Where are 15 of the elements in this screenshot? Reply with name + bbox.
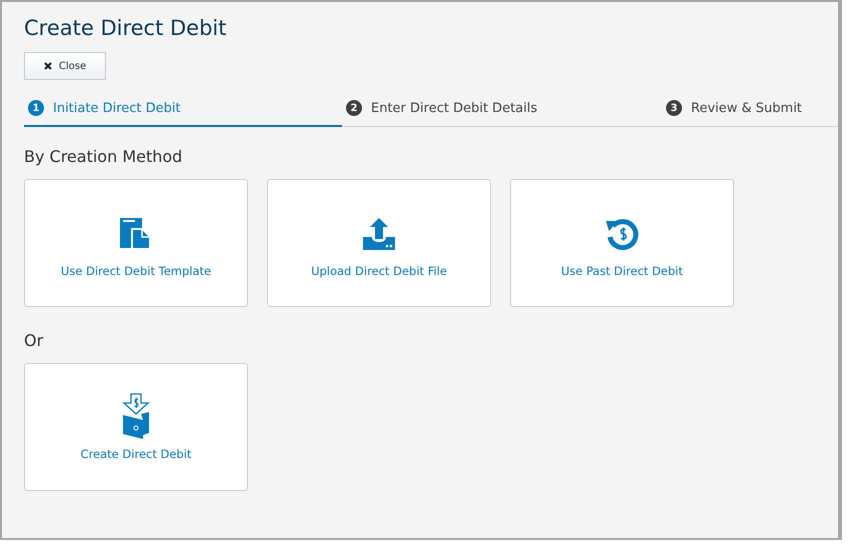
wallet-icon: [121, 393, 151, 441]
refund-icon: [605, 216, 639, 250]
step-tab[interactable]: 2 Enter Direct Debit Details: [342, 100, 660, 127]
option-card[interactable]: Create Direct Debit: [24, 363, 248, 491]
section-heading: By Creation Method: [24, 147, 184, 167]
option-card[interactable]: Use Past Direct Debit: [510, 179, 734, 307]
upload-icon: [362, 216, 396, 250]
page-title: Create Direct Debit: [24, 15, 228, 42]
section-heading: Or: [24, 331, 44, 351]
close-button[interactable]: Close: [24, 52, 106, 80]
step-tab[interactable]: 3 Review & Submit: [660, 100, 838, 127]
close-icon: [44, 62, 52, 70]
option-card[interactable]: Use Direct Debit Template: [24, 179, 248, 307]
step-tab[interactable]: 1 Initiate Direct Debit: [24, 100, 342, 127]
option-card[interactable]: Upload Direct Debit File: [267, 179, 491, 307]
